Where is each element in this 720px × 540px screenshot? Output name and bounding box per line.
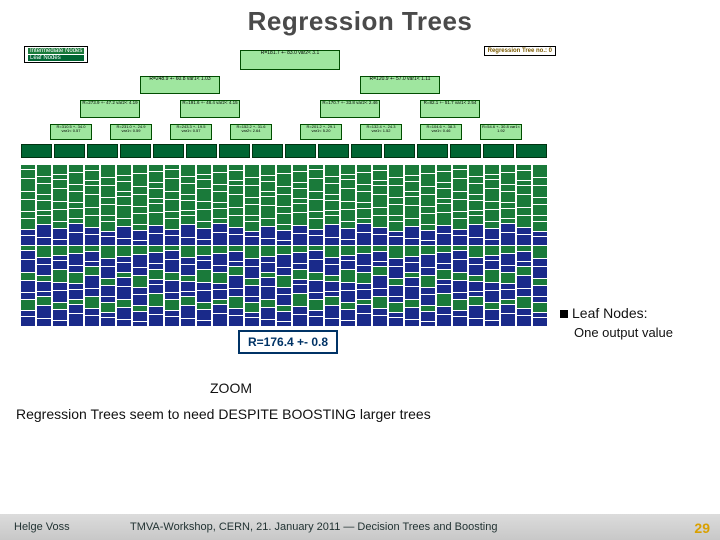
leaf-node [186,144,217,158]
leaf-row [20,144,560,160]
leaf-node [252,144,283,158]
tree-node: R=273.9 +- 47.2 var2< 4.19 [80,100,140,118]
leaf-node [417,144,448,158]
footer-author: Helge Voss [0,521,120,533]
regression-tree: R=181.7 +- 83.0 var2< 3.1 R=248.9 +- 60.… [20,44,560,374]
tree-node: R=201.2 +- 29.1 var1< 5.20 [300,124,342,140]
tree-node: R=152.2 +- 31.6 var2< 2.64 [230,124,272,140]
leaf-node [351,144,382,158]
bullet-sub: One output value [574,325,710,340]
leaf-node [153,144,184,158]
slide-title: Regression Trees [0,0,720,37]
footer-mid: TMVA-Workshop, CERN, 21. January 2011 ― … [120,521,720,533]
leaf-node [516,144,547,158]
tree-node: R=310.5 +- 34.0 var1< 0.57 [50,124,92,140]
tree-node: R=170.7 +- 33.8 var2< 2.46 [320,100,380,118]
leaf-node [384,144,415,158]
zoom-value-box: R=176.4 +- 0.8 [238,330,338,354]
tree-root: R=181.7 +- 83.0 var2< 3.1 [240,50,340,70]
tree-node: R=191.6 +- 48.4 var2< 4.15 [180,100,240,118]
bullet-icon [560,310,568,318]
tree-node: R=120.9 +- 57.0 var1< 1.11 [360,76,440,94]
tree-node: R=82.1 +- 51.7 var1< 2.54 [420,100,480,118]
leaf-nodes-bullet: Leaf Nodes: One output value [560,305,710,340]
leaf-node [318,144,349,158]
leaf-node [87,144,118,158]
leaf-node [483,144,514,158]
tree-node: R=132.4 +- 24.3 var1< 1.52 [360,124,402,140]
tree-node: R=104.6 +- 38.3 var1< 0.46 [420,124,462,140]
bullet-title: Leaf Nodes: [572,305,648,321]
zoom-label: ZOOM [210,380,252,396]
leaf-node [219,144,250,158]
tree-node: R=54.6 +- 30.8 var1< 1.92 [480,124,522,140]
body-text: Regression Trees seem to need DESPITE BO… [16,406,431,422]
leaf-node [54,144,85,158]
tree-node: R=231.0 +- 24.9 var1< 0.59 [110,124,152,140]
page-number: 29 [694,520,710,536]
tree-node: R=248.9 +- 60.8 var1< 1.03 [140,76,220,94]
leaf-node [21,144,52,158]
leaf-node [450,144,481,158]
leaf-node [120,144,151,158]
tree-figure: Intermediate Nodes Leaf Nodes Regression… [20,44,560,374]
footer-bar: Helge Voss TMVA-Workshop, CERN, 21. Janu… [0,514,720,540]
leaf-node [285,144,316,158]
tree-node: R=243.3 +- 19.5 var1< 0.57 [170,124,212,140]
